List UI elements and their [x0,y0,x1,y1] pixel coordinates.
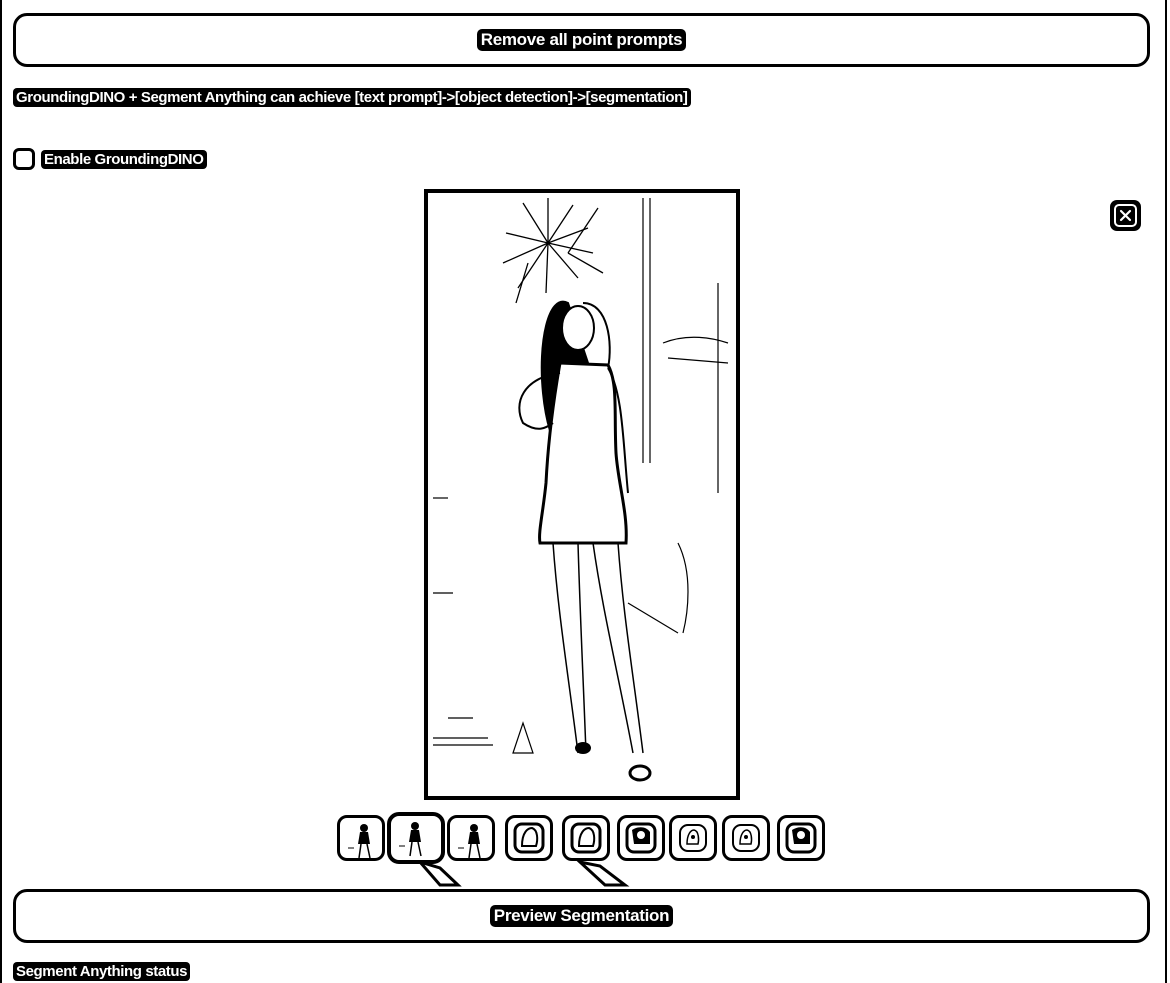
right-border [1165,0,1167,983]
left-border [0,0,2,983]
close-image-button[interactable] [1110,200,1141,231]
close-icon [1114,204,1137,227]
grounding-description: GroundingDINO + Segment Anything can ach… [13,88,691,107]
sam-panel: Remove all point prompts GroundingDINO +… [0,0,1170,983]
enable-groundingdino-label: Enable GroundingDINO [41,149,207,169]
segmentation-thumbnail[interactable] [777,815,825,861]
remove-all-point-prompts-button[interactable]: Remove all point prompts [13,13,1150,67]
segmentation-thumbnail[interactable] [669,815,717,861]
preview-segmentation-button[interactable]: Preview Segmentation [13,889,1150,943]
segmentation-thumbnail[interactable] [505,815,553,861]
woman-photo-drawing [433,198,729,782]
segmentation-thumbnail[interactable] [562,815,610,861]
preview-segmentation-label: Preview Segmentation [489,905,674,927]
source-image[interactable] [424,189,740,800]
segmentation-thumbnail[interactable] [447,815,495,861]
sam-status-label: Segment Anything status [13,962,191,981]
segmentation-thumbnail[interactable] [722,815,770,861]
sam-status: Segment Anything status [13,962,191,981]
remove-all-point-prompts-label: Remove all point prompts [476,29,687,51]
segmentation-thumbnail[interactable] [617,815,665,861]
segmentation-thumbnail[interactable] [387,812,445,864]
selection-pointer-arrows [416,860,630,887]
grounding-description-text: GroundingDINO + Segment Anything can ach… [13,88,691,107]
enable-groundingdino-row[interactable]: Enable GroundingDINO [13,148,207,170]
segmentation-thumbnail[interactable] [337,815,385,861]
enable-groundingdino-checkbox[interactable] [13,148,35,170]
